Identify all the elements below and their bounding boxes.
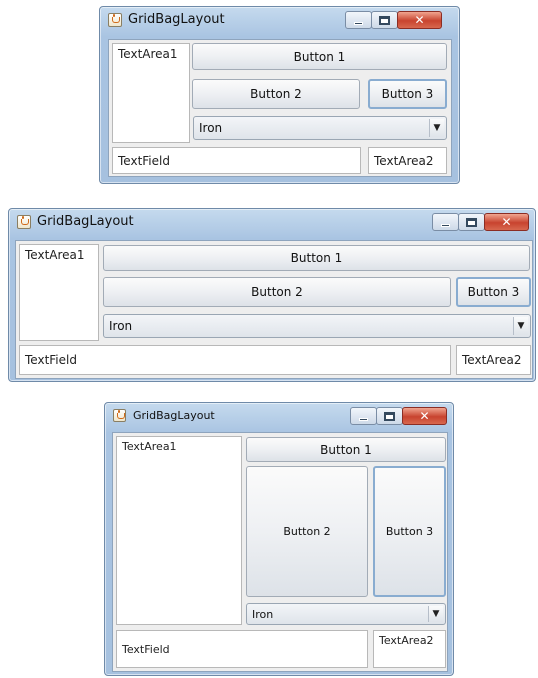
text-area-1[interactable]: TextArea1 — [112, 43, 190, 143]
combo-selected-value: Iron — [199, 121, 223, 135]
maximize-icon — [384, 412, 395, 421]
minimize-button[interactable] — [432, 213, 459, 231]
window-2: GridBagLayout ✕ TextArea1 Button 1 Butto… — [8, 208, 536, 382]
combo-box[interactable]: Iron ▼ — [246, 603, 446, 625]
title-bar[interactable]: GridBagLayout ✕ — [100, 7, 459, 33]
close-icon: ✕ — [501, 215, 512, 229]
minimize-icon — [359, 418, 368, 421]
button-1[interactable]: Button 1 — [103, 245, 530, 271]
minimize-button[interactable] — [345, 11, 372, 29]
java-icon — [113, 409, 126, 422]
chevron-down-icon[interactable]: ▼ — [428, 606, 443, 622]
button-1[interactable]: Button 1 — [192, 43, 447, 70]
text-area-2[interactable]: TextArea2 — [373, 630, 446, 668]
java-icon — [17, 215, 31, 229]
minimize-icon — [354, 22, 363, 25]
window-1: GridBagLayout ✕ TextArea1 Button 1 Butto… — [99, 6, 460, 184]
window-title: GridBagLayout — [37, 214, 134, 229]
combo-selected-value: Iron — [109, 319, 133, 333]
button-2[interactable]: Button 2 — [246, 466, 368, 597]
button-3[interactable]: Button 3 — [456, 277, 531, 307]
maximize-icon — [466, 218, 477, 227]
minimize-icon — [441, 224, 450, 227]
combo-box[interactable]: Iron ▼ — [103, 314, 531, 338]
content-pane: TextArea1 Button 1 Button 2 Button 3 Iro… — [112, 432, 448, 672]
close-icon: ✕ — [414, 13, 425, 27]
maximize-icon — [379, 16, 390, 25]
chevron-down-icon[interactable]: ▼ — [513, 317, 528, 335]
window-title: GridBagLayout — [128, 12, 225, 27]
close-button[interactable]: ✕ — [484, 213, 529, 231]
combo-selected-value: Iron — [252, 607, 274, 621]
button-3[interactable]: Button 3 — [368, 79, 447, 109]
maximize-button[interactable] — [458, 213, 485, 231]
maximize-button[interactable] — [376, 407, 403, 425]
chevron-down-icon[interactable]: ▼ — [429, 119, 444, 137]
text-area-1[interactable]: TextArea1 — [19, 244, 99, 341]
content-pane: TextArea1 Button 1 Button 2 Button 3 Iro… — [15, 240, 533, 379]
content-pane: TextArea1 Button 1 Button 2 Button 3 Iro… — [108, 39, 452, 177]
text-area-1[interactable]: TextArea1 — [116, 436, 242, 625]
button-3[interactable]: Button 3 — [373, 466, 446, 597]
text-field[interactable]: TextField — [112, 147, 361, 174]
text-area-2[interactable]: TextArea2 — [368, 147, 447, 174]
window-3: GridBagLayout ✕ TextArea1 Button 1 Butto… — [104, 402, 454, 676]
text-area-2[interactable]: TextArea2 — [456, 345, 531, 375]
button-2[interactable]: Button 2 — [103, 277, 451, 307]
button-2[interactable]: Button 2 — [192, 79, 360, 109]
close-button[interactable]: ✕ — [402, 407, 447, 425]
text-field[interactable]: TextField — [19, 345, 451, 375]
minimize-button[interactable] — [350, 407, 377, 425]
title-bar[interactable]: GridBagLayout ✕ — [105, 403, 453, 429]
close-button[interactable]: ✕ — [397, 11, 442, 29]
combo-box[interactable]: Iron ▼ — [193, 116, 447, 140]
button-1[interactable]: Button 1 — [246, 437, 446, 462]
close-icon: ✕ — [419, 409, 430, 423]
maximize-button[interactable] — [371, 11, 398, 29]
title-bar[interactable]: GridBagLayout ✕ — [9, 209, 535, 235]
text-field[interactable]: TextField — [116, 630, 368, 668]
java-icon — [108, 13, 122, 27]
window-title: GridBagLayout — [133, 409, 215, 422]
